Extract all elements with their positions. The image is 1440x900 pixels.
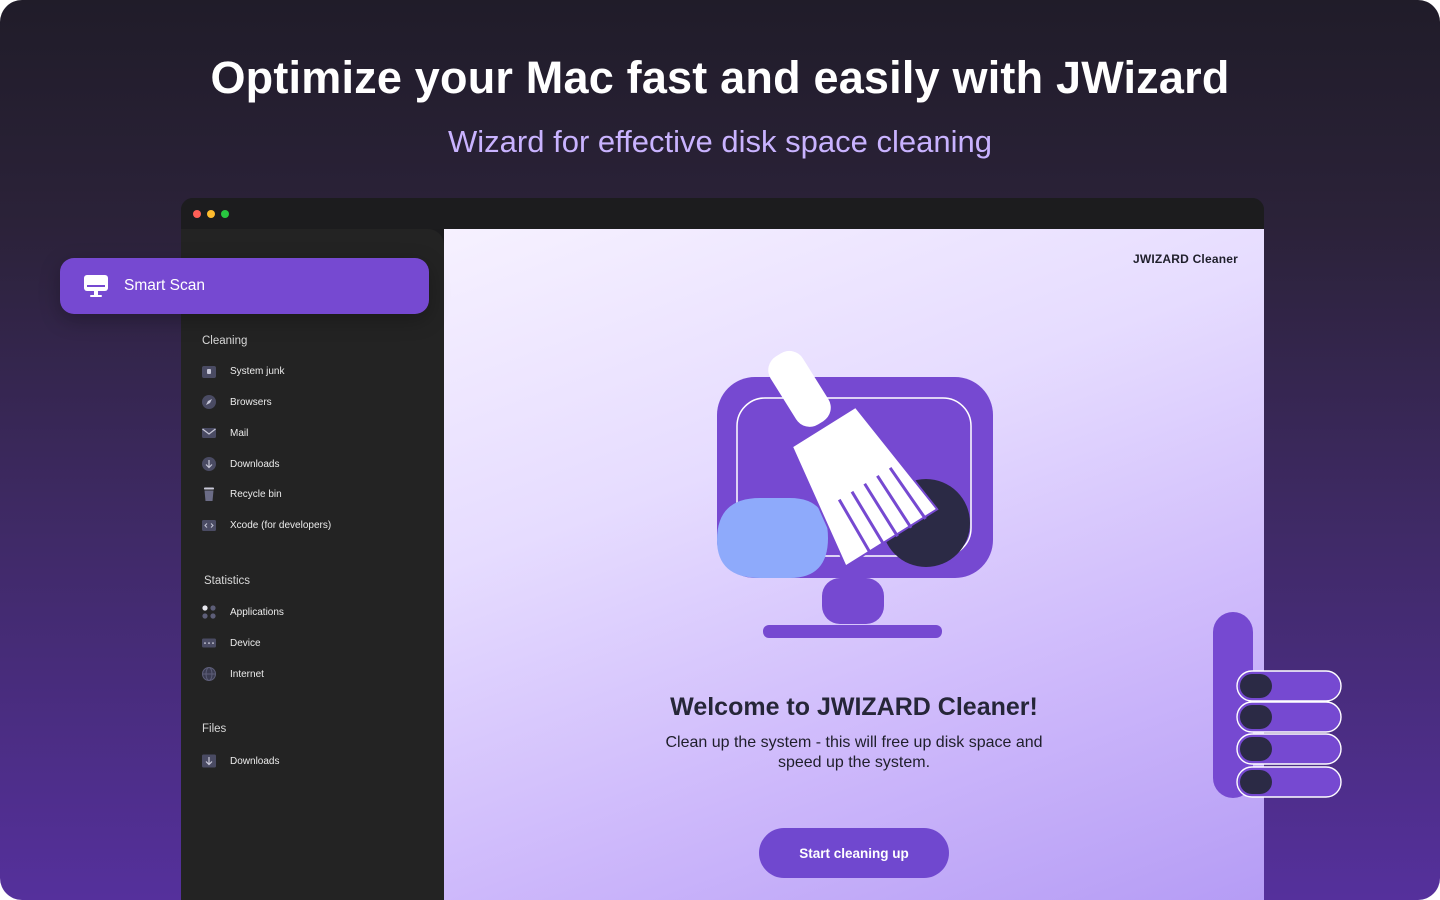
- sidebar-item-device[interactable]: Device: [201, 633, 261, 653]
- welcome-title: Welcome to JWIZARD Cleaner!: [670, 693, 1038, 721]
- sidebar-item-browsers[interactable]: Browsers: [201, 392, 272, 412]
- sidebar-item-label: System junk: [230, 365, 285, 377]
- monitor-icon: [84, 275, 108, 297]
- device-icon: [201, 635, 217, 651]
- download-icon: [201, 753, 217, 769]
- sidebar-item-label: Downloads: [230, 755, 280, 767]
- sidebar-item-downloads[interactable]: Downloads: [201, 454, 279, 474]
- welcome-text: Clean up the system - this will free up …: [665, 734, 1043, 771]
- sidebar-section-files: Files: [202, 723, 227, 735]
- sidebar-item-label: Internet: [230, 668, 264, 680]
- sidebar-item-label: Device: [230, 637, 261, 649]
- app-brand: JWIZARD Cleaner: [1132, 252, 1238, 266]
- sidebar-item-label: Recycle bin: [230, 488, 282, 500]
- sidebar-item-files-downloads[interactable]: Downloads: [201, 751, 279, 771]
- sidebar-section-statistics: Statistics: [204, 575, 251, 587]
- hero-subheadline: Wizard for effective disk space cleaning: [448, 124, 992, 159]
- zoom-window-button[interactable]: [221, 210, 229, 218]
- trash-icon: [201, 486, 217, 502]
- sidebar-item-label: Downloads: [230, 458, 280, 470]
- sidebar-item-applications[interactable]: Applications: [201, 602, 284, 622]
- globe-icon: [201, 666, 217, 682]
- sidebar-item-label: Mail: [230, 427, 249, 439]
- code-icon: [201, 517, 217, 533]
- download-icon: [201, 456, 217, 472]
- lock-icon: [201, 363, 217, 379]
- window-titlebar: [181, 198, 1264, 229]
- smart-scan-button[interactable]: Smart Scan: [60, 258, 429, 314]
- monitor-broom-illustration: [717, 350, 993, 638]
- apps-icon: [201, 604, 217, 620]
- compass-icon: [201, 394, 217, 410]
- sidebar-item-label: Browsers: [230, 396, 272, 408]
- smart-scan-label: Smart Scan: [124, 277, 205, 294]
- minimize-window-button[interactable]: [207, 210, 215, 218]
- close-window-button[interactable]: [193, 210, 201, 218]
- sidebar-section-cleaning: Cleaning: [202, 335, 248, 347]
- sidebar-item-xcode[interactable]: Xcode (for developers): [201, 515, 331, 535]
- sidebar: Cleaning System junk Browsers Mail Downl…: [181, 229, 444, 900]
- sidebar-item-label: Applications: [230, 606, 284, 618]
- sidebar-item-recycle-bin[interactable]: Recycle bin: [201, 484, 282, 504]
- hero-headline: Optimize your Mac fast and easily with J…: [210, 52, 1230, 103]
- sidebar-item-internet[interactable]: Internet: [201, 664, 264, 684]
- sidebar-item-system-junk[interactable]: System junk: [201, 361, 284, 381]
- sidebar-item-mail[interactable]: Mail: [201, 423, 248, 443]
- promo-background: Optimize your Mac fast and easily with J…: [0, 0, 1440, 900]
- sidebar-item-label: Xcode (for developers): [230, 519, 332, 531]
- start-cleaning-button[interactable]: Start cleaning up: [759, 828, 949, 878]
- envelope-icon: [201, 425, 217, 441]
